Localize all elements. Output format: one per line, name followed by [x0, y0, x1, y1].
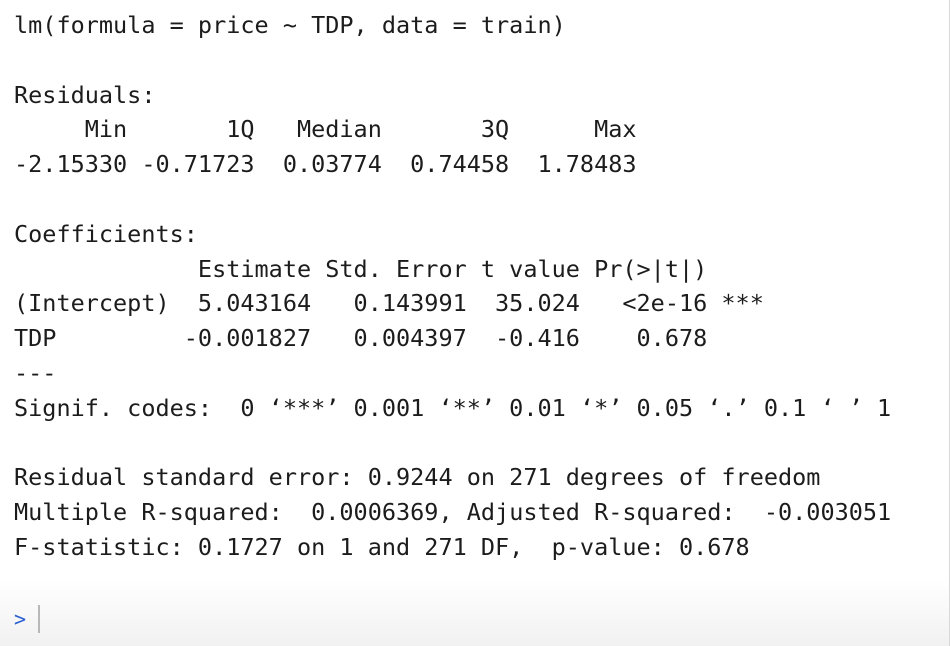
output-line: Signif. codes: 0 ‘***’ 0.001 ‘**’ 0.01 ‘…	[14, 393, 892, 422]
output-line: TDP -0.001827 0.004397 -0.416 0.678	[14, 324, 764, 353]
output-line: lm(formula = price ~ TDP, data = train)	[14, 11, 566, 39]
output-line: (Intercept) 5.043164 0.143991 35.024 <2e…	[14, 289, 764, 318]
output-line: Residual standard error: 0.9244 on 271 d…	[14, 463, 821, 492]
text-cursor	[38, 605, 41, 633]
r-console: lm(formula = price ~ TDP, data = train) R…	[0, 0, 950, 646]
output-line: Estimate Std. Error t value Pr(>|t|)	[14, 254, 764, 283]
console-input-area[interactable]	[0, 580, 949, 646]
console-output: lm(formula = price ~ TDP, data = train) R…	[14, 8, 905, 565]
output-line: Residuals:	[14, 80, 156, 109]
output-line: -2.15330 -0.71723 0.03774 0.74458 1.7848…	[14, 150, 651, 179]
prompt-symbol: >	[14, 607, 27, 631]
console-prompt-row[interactable]: >	[14, 604, 41, 634]
output-line: F-statistic: 0.1727 on 1 and 271 DF, p-v…	[14, 532, 750, 561]
output-line: Min 1Q Median 3Q Max	[14, 115, 651, 144]
output-line: ---	[14, 358, 57, 387]
output-line: Coefficients:	[14, 219, 198, 248]
output-line: Multiple R-squared: 0.0006369, Adjusted …	[14, 498, 906, 527]
